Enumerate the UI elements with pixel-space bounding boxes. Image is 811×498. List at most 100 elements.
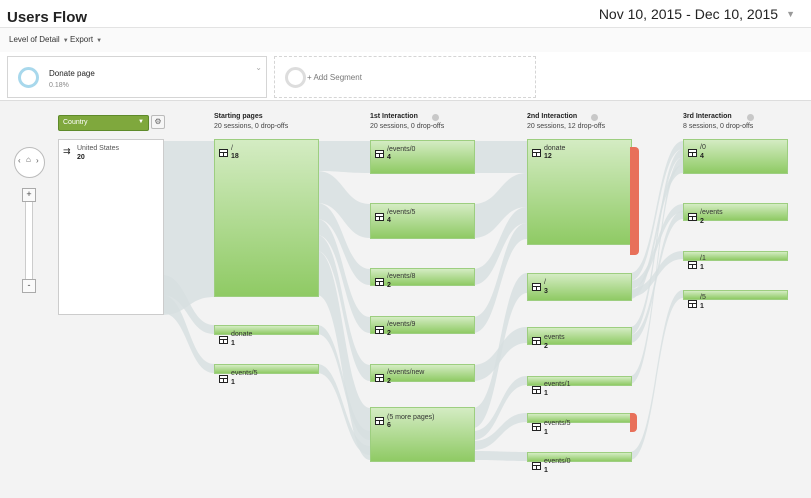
segment-bar: Donate page 0.18% ⌄ + Add Segment bbox=[0, 52, 811, 101]
node-second-donate[interactable] bbox=[527, 139, 632, 245]
page-icon bbox=[532, 386, 541, 394]
export-menu[interactable]: Export ▼ bbox=[70, 35, 102, 44]
node-first-events9[interactable] bbox=[370, 316, 475, 334]
node-third-0[interactable] bbox=[683, 139, 788, 174]
zoom-slider[interactable] bbox=[25, 191, 33, 291]
node-start-events5[interactable] bbox=[214, 364, 319, 383]
node-first-events0[interactable] bbox=[370, 140, 475, 174]
date-range-picker[interactable]: Nov 10, 2015 - Dec 10, 2015 ▼ bbox=[599, 6, 795, 22]
add-segment-label: + Add Segment bbox=[307, 73, 362, 82]
node-first-events8[interactable] bbox=[370, 268, 475, 286]
column-sub-starting-pages: 20 sessions, 0 drop-offs bbox=[214, 123, 289, 130]
node-second-events0[interactable] bbox=[527, 452, 632, 470]
segment-donate-page[interactable]: Donate page 0.18% ⌄ bbox=[7, 56, 267, 98]
date-separator: - bbox=[686, 6, 691, 22]
node-count: 1 bbox=[231, 379, 235, 386]
column-sub-2nd-interaction: 20 sessions, 12 drop-offs bbox=[527, 123, 606, 130]
pan-left-icon[interactable]: ‹ bbox=[18, 156, 21, 165]
level-of-detail-label: Level of Detail bbox=[9, 35, 60, 44]
page-icon bbox=[532, 462, 541, 470]
page-icon bbox=[219, 149, 228, 157]
node-count: 2 bbox=[387, 330, 391, 337]
node-count: 6 bbox=[387, 422, 391, 429]
node-second-events1[interactable] bbox=[527, 376, 632, 394]
flow-link[interactable] bbox=[473, 451, 527, 461]
node-label: events bbox=[544, 334, 565, 341]
node-label: /events/0 bbox=[387, 146, 416, 153]
node-label: /5 bbox=[700, 294, 706, 301]
segment-name: Donate page bbox=[49, 69, 95, 78]
gear-icon[interactable]: ⚙ bbox=[151, 115, 165, 129]
node-second-root[interactable] bbox=[527, 273, 632, 301]
export-label: Export bbox=[70, 35, 94, 44]
page-icon bbox=[375, 374, 384, 382]
dimension-select-label: Country bbox=[63, 119, 88, 126]
gear-icon[interactable] bbox=[747, 114, 754, 121]
date-end: Dec 10, 2015 bbox=[694, 6, 779, 22]
country-node-panel: ⇉ United States 20 bbox=[58, 139, 164, 315]
node-count: 4 bbox=[700, 153, 704, 160]
page-icon bbox=[375, 278, 384, 286]
column-title-2nd-interaction: 2nd Interaction bbox=[527, 113, 578, 120]
node-third-5[interactable] bbox=[683, 290, 788, 308]
node-label: events/5 bbox=[544, 420, 571, 427]
page-icon bbox=[375, 417, 384, 425]
page-icon bbox=[688, 213, 697, 221]
node-second-events5[interactable] bbox=[527, 413, 632, 431]
country-node-label: United States bbox=[77, 145, 120, 152]
pan-right-icon[interactable]: › bbox=[36, 156, 39, 165]
node-start-root[interactable] bbox=[214, 139, 319, 297]
column-sub-3rd-interaction: 8 sessions, 0 drop-offs bbox=[683, 123, 754, 130]
node-label: /events bbox=[700, 209, 723, 216]
dimension-select[interactable]: Country ▼ bbox=[58, 115, 149, 131]
page-title: Users Flow bbox=[7, 9, 88, 26]
add-segment-button[interactable]: + Add Segment bbox=[274, 56, 536, 98]
chevron-down-icon[interactable]: ⌄ bbox=[255, 63, 262, 72]
node-first-events5[interactable] bbox=[370, 203, 475, 239]
node-count: 1 bbox=[700, 303, 704, 310]
node-label: (5 more pages) bbox=[387, 414, 435, 421]
gear-icon[interactable] bbox=[432, 114, 439, 121]
segment-ring-icon bbox=[18, 67, 39, 88]
node-label: /events/new bbox=[387, 369, 425, 376]
gear-icon[interactable] bbox=[591, 114, 598, 121]
zoom-in-button[interactable]: + bbox=[22, 188, 36, 202]
chevron-down-icon: ▼ bbox=[62, 38, 69, 44]
node-third-events[interactable] bbox=[683, 203, 788, 221]
dropoff-bar[interactable] bbox=[630, 413, 637, 432]
node-count: 1 bbox=[544, 429, 548, 436]
node-count: 12 bbox=[544, 153, 552, 160]
level-of-detail-menu[interactable]: Level of Detail ▼ bbox=[9, 35, 69, 44]
page-icon bbox=[532, 149, 541, 157]
node-count: 1 bbox=[544, 390, 548, 397]
column-sub-1st-interaction: 20 sessions, 0 drop-offs bbox=[370, 123, 445, 130]
zoom-out-button[interactable]: - bbox=[22, 279, 36, 293]
dropoff-bar[interactable] bbox=[630, 147, 639, 255]
node-count: 4 bbox=[387, 217, 391, 224]
flow-canvas[interactable]: ‹ ⌂ › + - Country ▼ ⚙ ⇉ United States 20… bbox=[0, 101, 811, 498]
home-icon[interactable]: ⌂ bbox=[26, 155, 31, 164]
node-label: /1 bbox=[700, 255, 706, 262]
node-label: events/1 bbox=[544, 381, 571, 388]
page-icon bbox=[375, 326, 384, 334]
page-icon bbox=[219, 336, 228, 344]
node-third-1[interactable] bbox=[683, 251, 788, 269]
page-icon bbox=[219, 375, 228, 383]
node-label: / bbox=[231, 145, 233, 152]
flow-link[interactable] bbox=[473, 141, 527, 173]
pan-control[interactable]: ‹ ⌂ › bbox=[14, 147, 45, 178]
node-second-events[interactable] bbox=[527, 327, 632, 345]
node-count: 2 bbox=[387, 378, 391, 385]
node-start-donate[interactable] bbox=[214, 325, 319, 344]
page-icon bbox=[375, 213, 384, 221]
flow-link[interactable] bbox=[317, 141, 370, 173]
page-icon bbox=[532, 337, 541, 345]
node-count: 2 bbox=[700, 218, 704, 225]
node-count: 2 bbox=[387, 282, 391, 289]
flow-link[interactable] bbox=[473, 327, 527, 381]
node-label: events/0 bbox=[544, 458, 571, 465]
node-label: /events/5 bbox=[387, 209, 416, 216]
node-label: /0 bbox=[700, 144, 706, 151]
node-label: /events/9 bbox=[387, 321, 416, 328]
node-count: 1 bbox=[544, 467, 548, 474]
